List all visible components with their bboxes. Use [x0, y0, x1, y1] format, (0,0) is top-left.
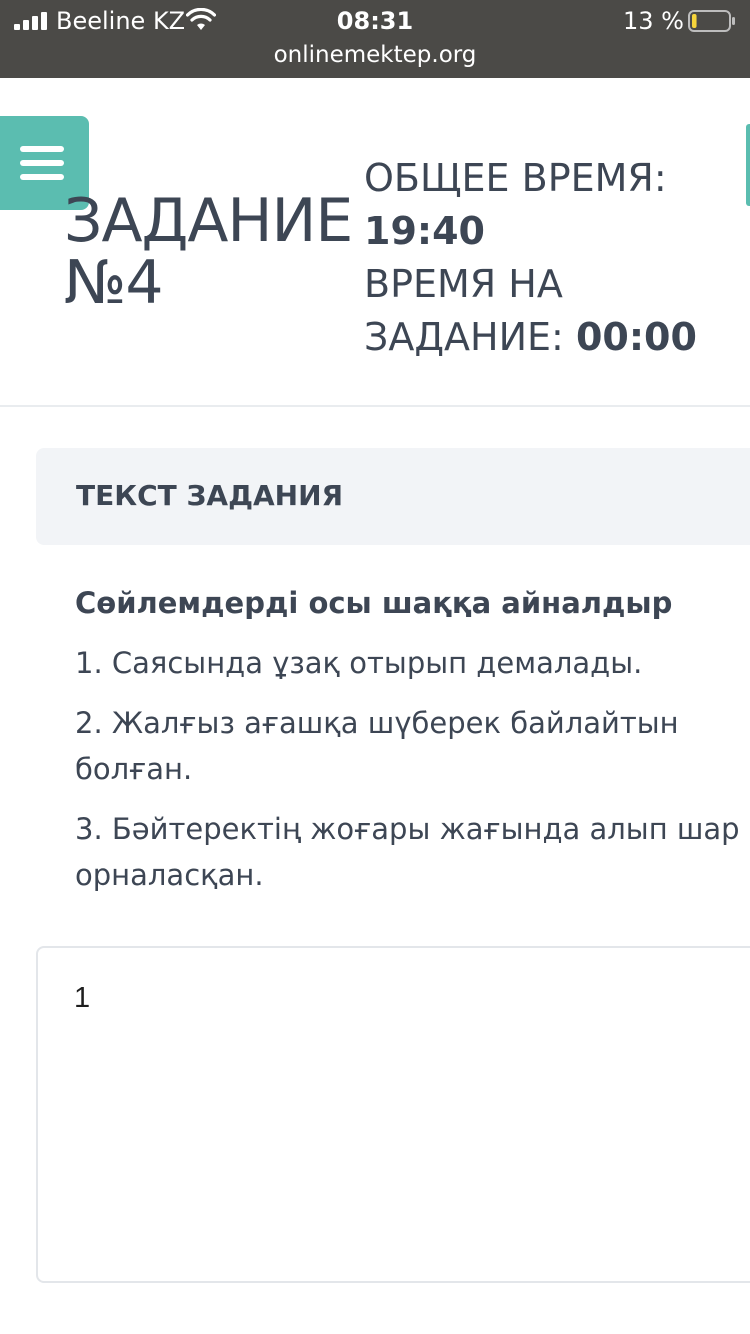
hamburger-menu-icon — [20, 146, 64, 152]
total-time-value: 19:40 — [364, 209, 485, 253]
task-item: 3. Бәйтеректің жоғары жағында алып шар о… — [75, 812, 740, 892]
total-time-label: ОБЩЕЕ ВРЕМЯ: — [364, 156, 667, 200]
task-title-word: ЗАДАНИЕ — [64, 186, 353, 256]
task-item: 1. Саясында ұзақ отырып демалады. — [75, 646, 643, 680]
task-number: №4 — [64, 248, 164, 318]
timer-block: ОБЩЕЕ ВРЕМЯ: 19:40 ВРЕМЯ НА ЗАДАНИЕ: 00:… — [364, 152, 744, 364]
header-divider — [0, 405, 750, 407]
task-title: ЗАДАНИЕ №4 — [64, 190, 374, 314]
task-text-panel-header: ТЕКСТ ЗАДАНИЯ — [36, 448, 750, 545]
address-bar-url[interactable]: onlinemektep.org — [0, 40, 750, 70]
answer-textarea[interactable]: 1 — [36, 946, 750, 1283]
side-panel-edge[interactable] — [746, 124, 750, 206]
panel-title: ТЕКСТ ЗАДАНИЯ — [76, 479, 344, 512]
task-time-label: ВРЕМЯ НА — [364, 262, 563, 306]
task-heading: Сөйлемдерді осы шаққа айналдыр — [75, 586, 673, 620]
task-time-label-cont: ЗАДАНИЕ: — [364, 315, 564, 359]
task-text: Сөйлемдерді осы шаққа айналдыр 1. Саясын… — [75, 580, 740, 912]
browser-status-bar: Beeline KZ 08:31 13 % onlinemektep.org — [0, 0, 750, 78]
task-item: 2. Жалғыз ағашқа шүберек байлайтын болға… — [75, 706, 679, 786]
task-time-value: 00:00 — [575, 315, 697, 359]
battery-icon — [688, 10, 735, 32]
battery-percent: 13 % — [623, 7, 684, 35]
